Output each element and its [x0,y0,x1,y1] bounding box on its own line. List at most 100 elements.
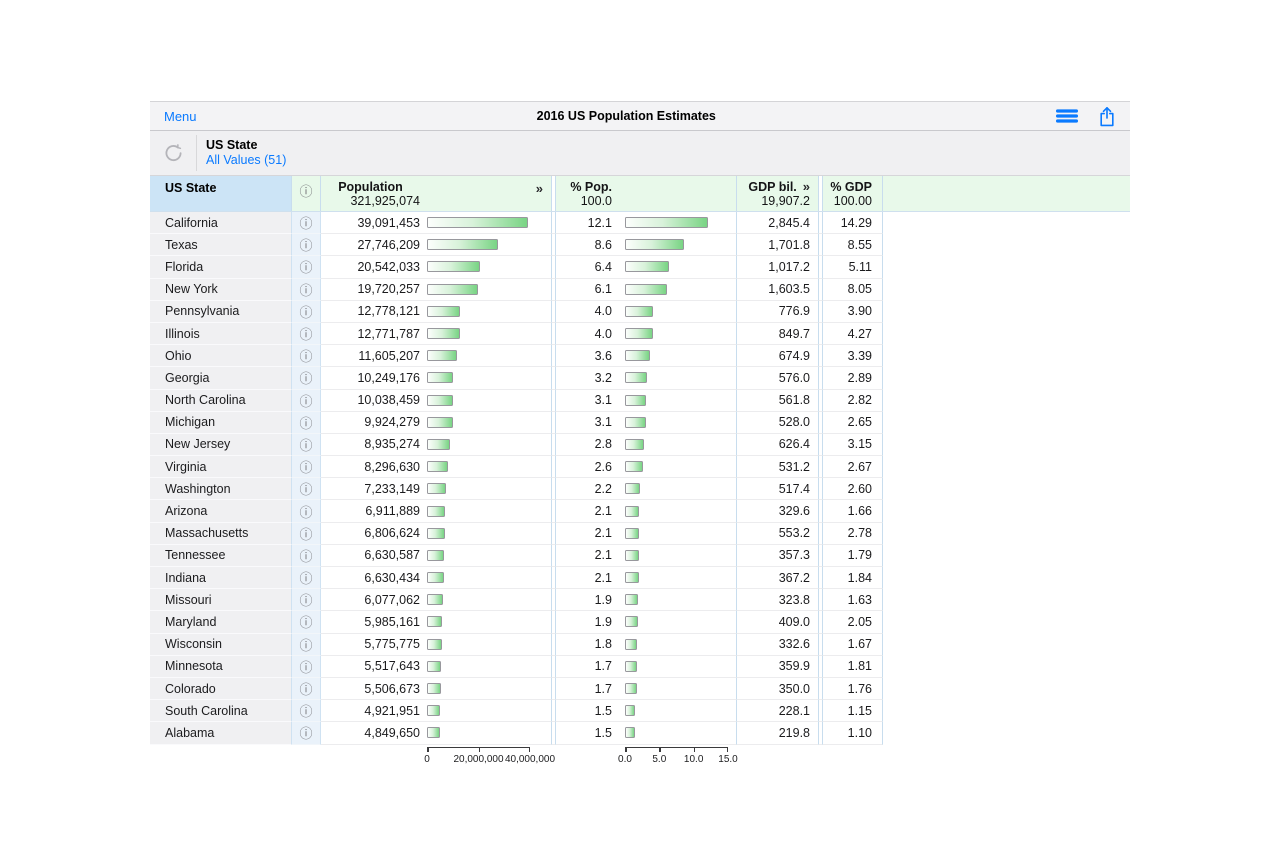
table-row[interactable]: Marylandⓘ5,985,1611.9409.02.05 [150,611,1130,633]
info-icon[interactable]: ⓘ [299,368,312,387]
info-icon[interactable]: ⓘ [299,479,312,498]
table-row[interactable]: Massachusettsⓘ6,806,6242.1553.22.78 [150,523,1130,545]
info-icon[interactable]: ⓘ [299,590,312,609]
pct-pop-value: 2.1 [556,571,612,585]
column-header-pct-pop[interactable]: % Pop. 100.0 [556,176,737,211]
pct-pop-bar [625,727,635,738]
info-icon[interactable]: ⓘ [299,324,312,343]
table-row[interactable]: South Carolinaⓘ4,921,9511.5228.11.15 [150,700,1130,722]
state-name-cell: Pennsylvania [150,301,292,323]
population-bar [427,683,441,694]
table-row[interactable]: Michiganⓘ9,924,2793.1528.02.65 [150,412,1130,434]
table-row[interactable]: Californiaⓘ39,091,45312.12,845.414.29 [150,212,1130,234]
table-row[interactable]: Virginiaⓘ8,296,6302.6531.22.67 [150,456,1130,478]
table-row[interactable]: Illinoisⓘ12,771,7874.0849.74.27 [150,323,1130,345]
population-bar [427,239,498,250]
column-header-info: ⓘ [292,176,321,211]
table-row[interactable]: Pennsylvaniaⓘ12,778,1214.0776.93.90 [150,301,1130,323]
info-icon[interactable]: ⓘ [299,435,312,454]
pct-gdp-value: 3.39 [823,345,883,367]
row-info-cell: ⓘ [292,279,321,301]
info-icon[interactable]: ⓘ [299,346,312,365]
state-name-cell: Missouri [150,589,292,611]
table-row[interactable]: Floridaⓘ20,542,0336.41,017.25.11 [150,256,1130,278]
info-icon[interactable]: ⓘ [299,612,312,631]
row-info-cell: ⓘ [292,656,321,678]
pct-gdp-value: 2.65 [823,412,883,434]
table-row[interactable]: Georgiaⓘ10,249,1763.2576.02.89 [150,367,1130,389]
row-filler [883,523,1130,545]
pct-pop-bar [625,461,643,472]
info-icon[interactable]: ⓘ [299,413,312,432]
table-row[interactable]: Tennesseeⓘ6,630,5872.1357.31.79 [150,545,1130,567]
menu-button[interactable]: Menu [164,109,197,124]
expand-gdp-column-button[interactable]: » [803,179,810,194]
population-value: 8,296,630 [321,460,420,474]
table-row[interactable]: Texasⓘ27,746,2098.61,701.88.55 [150,234,1130,256]
info-icon[interactable]: ⓘ [299,235,312,254]
column-header-gdp[interactable]: GDP bil.» 19,907.2 [737,176,819,211]
population-bar [427,372,453,383]
info-icon[interactable]: ⓘ [299,257,312,276]
row-info-cell: ⓘ [292,256,321,278]
filter-value-link[interactable]: All Values (51) [206,153,286,168]
info-icon[interactable]: ⓘ [299,213,312,232]
info-icon[interactable]: ⓘ [299,635,312,654]
population-cell: 9,924,279 [321,412,552,434]
gdp-value: 409.0 [737,611,819,633]
population-value: 6,630,434 [321,571,420,585]
info-icon[interactable]: ⓘ [299,701,312,720]
axis-line [625,747,728,749]
table-row[interactable]: Wisconsinⓘ5,775,7751.8332.61.67 [150,634,1130,656]
info-icon[interactable]: ⓘ [299,502,312,521]
table-row[interactable]: North Carolinaⓘ10,038,4593.1561.82.82 [150,390,1130,412]
table-row[interactable]: Coloradoⓘ5,506,6731.7350.01.76 [150,678,1130,700]
population-cell: 6,911,889 [321,500,552,522]
info-icon[interactable]: ⓘ [299,723,312,742]
pct-pop-value: 3.6 [556,349,612,363]
population-bar [427,217,528,228]
gdp-value: 329.6 [737,500,819,522]
column-header-population[interactable]: Population 321,925,074 » [321,176,552,211]
info-icon[interactable]: ⓘ [299,302,312,321]
info-icon[interactable]: ⓘ [299,657,312,676]
table-row[interactable]: Indianaⓘ6,630,4342.1367.21.84 [150,567,1130,589]
info-icon[interactable]: ⓘ [299,679,312,698]
population-value: 4,921,951 [321,704,420,718]
column-header-us-state[interactable]: US State [150,176,292,211]
table-row[interactable]: Missouriⓘ6,077,0621.9323.81.63 [150,589,1130,611]
info-icon[interactable]: ⓘ [299,568,312,587]
row-info-cell: ⓘ [292,234,321,256]
pct-pop-bar [625,705,635,716]
table-row[interactable]: Ohioⓘ11,605,2073.6674.93.39 [150,345,1130,367]
table-row[interactable]: Minnesotaⓘ5,517,6431.7359.91.81 [150,656,1130,678]
info-icon[interactable]: ⓘ [299,546,312,565]
info-icon[interactable]: ⓘ [299,524,312,543]
table-row[interactable]: Alabamaⓘ4,849,6501.5219.81.10 [150,722,1130,744]
info-icon[interactable]: ⓘ [299,457,312,476]
pct-pop-label: % Pop. [556,180,612,194]
column-header-pct-gdp[interactable]: % GDP 100.00 [823,176,883,211]
expand-population-column-button[interactable]: » [536,181,543,196]
table-row[interactable]: New Yorkⓘ19,720,2576.11,603.58.05 [150,279,1130,301]
population-value: 9,924,279 [321,415,420,429]
pct-pop-value: 3.1 [556,415,612,429]
axis-tick [659,748,661,753]
gdp-value: 357.3 [737,545,819,567]
axis-tick-label: 15.0 [718,754,737,765]
pct-pop-cell: 2.6 [556,456,737,478]
table-row[interactable]: Arizonaⓘ6,911,8892.1329.61.66 [150,500,1130,522]
table-row[interactable]: New Jerseyⓘ8,935,2742.8626.43.15 [150,434,1130,456]
pct-pop-cell: 3.6 [556,345,737,367]
row-filler [883,500,1130,522]
reload-icon[interactable] [150,131,196,175]
population-value: 7,233,149 [321,482,420,496]
info-icon[interactable]: ⓘ [299,280,312,299]
gdp-value: 1,603.5 [737,279,819,301]
table-row[interactable]: Washingtonⓘ7,233,1492.2517.42.60 [150,478,1130,500]
share-icon[interactable] [1098,106,1116,127]
list-icon[interactable] [1056,109,1078,123]
filter-summary[interactable]: US State All Values (51) [197,131,286,175]
pct-pop-cell: 1.5 [556,700,737,722]
info-icon[interactable]: ⓘ [299,391,312,410]
